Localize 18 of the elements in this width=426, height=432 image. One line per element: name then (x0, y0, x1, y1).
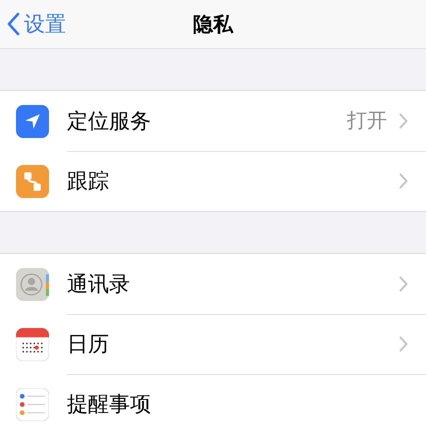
back-chevron-icon (6, 12, 20, 36)
contacts-icon (16, 268, 49, 300)
row-value: 打开 (347, 107, 387, 134)
row-label: 通讯录 (67, 270, 131, 298)
row-label: 提醒事项 (67, 391, 152, 418)
settings-row[interactable]: 通讯录 (0, 254, 426, 314)
settings-row[interactable]: 定位服务 打开 (0, 91, 426, 151)
row-label: 定位服务 (67, 108, 152, 134)
calendar-icon (16, 328, 49, 360)
settings-row[interactable]: 日历 (0, 314, 426, 374)
row-label: 日历 (67, 330, 110, 358)
tracking-icon (16, 164, 49, 198)
reminders-icon (16, 388, 49, 420)
settings-row[interactable]: 跟踪 (0, 151, 426, 211)
row-label: 跟踪 (67, 168, 110, 195)
page-title: 隐私 (193, 10, 233, 38)
settings-row[interactable]: 提醒事项 (0, 374, 426, 432)
back-button[interactable]: 设置 (0, 9, 193, 39)
